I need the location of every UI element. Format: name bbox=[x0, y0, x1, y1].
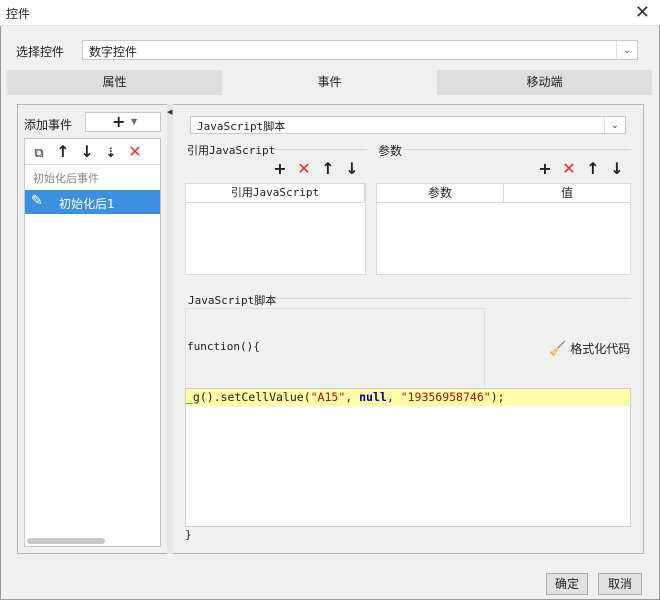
collapse-arrow-icon[interactable]: ◀ bbox=[167, 108, 172, 116]
code-editor[interactable]: _g().setCellValue("A15", null, "19356958… bbox=[185, 388, 631, 527]
script-divider bbox=[274, 298, 631, 299]
value-column-header: 值 bbox=[504, 184, 630, 203]
ok-button[interactable]: 确定 bbox=[546, 573, 588, 595]
code-arg-value: "19356958746" bbox=[400, 390, 491, 404]
code-prefix: _g().setCellValue( bbox=[186, 390, 311, 404]
arrow-up-icon[interactable]: ↑ bbox=[318, 159, 338, 179]
code-sep-1: , bbox=[345, 390, 360, 404]
format-code-label: 格式化代码 bbox=[570, 342, 631, 356]
control-select-label: 选择控件 bbox=[16, 45, 65, 59]
close-icon[interactable]: ✕ bbox=[635, 2, 650, 23]
delete-icon[interactable]: ✕ bbox=[125, 142, 145, 162]
function-header-box: function(){ bbox=[185, 308, 485, 388]
event-item-label: 初始化后1 bbox=[59, 197, 115, 211]
delete-icon[interactable]: ✕ bbox=[559, 159, 579, 179]
arrow-down-icon[interactable]: ↓ bbox=[77, 142, 97, 162]
format-code-button[interactable]: 🧹 格式化代码 bbox=[549, 340, 630, 357]
chevron-down-icon[interactable]: ⌄ bbox=[616, 41, 637, 59]
event-toolbar: ⧉ ↑ ↓ ⇣ ✕ bbox=[29, 142, 159, 162]
horizontal-scrollbar[interactable] bbox=[27, 538, 105, 544]
code-line: _g().setCellValue("A15", null, "19356958… bbox=[186, 389, 630, 406]
tab-events[interactable]: 事件 bbox=[222, 70, 437, 95]
pencil-icon: ✎ bbox=[31, 193, 43, 209]
code-sep-2: , bbox=[386, 390, 401, 404]
delete-icon[interactable]: ✕ bbox=[294, 159, 314, 179]
control-select-value: 数字控件 bbox=[89, 45, 138, 59]
ref-js-column-header: 引用JavaScript bbox=[186, 184, 365, 203]
cancel-button[interactable]: 取消 bbox=[598, 573, 642, 595]
window-title: 控件 bbox=[6, 7, 31, 21]
arrow-up-icon[interactable]: ↑ bbox=[53, 142, 73, 162]
plus-icon: + bbox=[112, 112, 126, 131]
chevron-down-icon[interactable]: ⌄ bbox=[604, 117, 625, 133]
add-icon[interactable]: + bbox=[270, 159, 290, 179]
arrow-down-icon[interactable]: ↓ bbox=[607, 159, 627, 179]
code-suffix: ); bbox=[490, 390, 505, 404]
closing-brace: } bbox=[185, 528, 192, 541]
arrow-down-icon[interactable]: ↓ bbox=[342, 159, 362, 179]
code-arg-cell: "A15" bbox=[310, 390, 346, 404]
add-event-dropdown[interactable]: + ▼ bbox=[85, 112, 161, 132]
function-header: function(){ bbox=[187, 340, 260, 353]
arrow-up-icon[interactable]: ↑ bbox=[583, 159, 603, 179]
param-column-header: 参数 bbox=[377, 184, 504, 203]
script-type-select[interactable]: JavaScript脚本 ⌄ bbox=[190, 116, 626, 134]
ref-js-toolbar: + ✕ ↑ ↓ bbox=[270, 159, 366, 179]
tab-mobile[interactable]: 移动端 bbox=[437, 70, 652, 95]
copy-icon[interactable]: ⧉ bbox=[29, 144, 49, 164]
ref-js-divider bbox=[272, 149, 367, 150]
params-label: 参数 bbox=[378, 144, 403, 158]
caret-down-icon: ▼ bbox=[131, 117, 138, 126]
group-label: 初始化后事件 bbox=[33, 172, 99, 185]
move-bottom-icon[interactable]: ⇣ bbox=[101, 144, 121, 164]
ref-js-table: 引用JavaScript bbox=[185, 183, 366, 275]
params-toolbar: + ✕ ↑ ↓ bbox=[535, 159, 631, 179]
add-event-label: 添加事件 bbox=[24, 118, 73, 132]
control-select[interactable]: 数字控件 ⌄ bbox=[82, 40, 638, 60]
script-section-label: JavaScript脚本 bbox=[188, 294, 277, 307]
broom-icon: 🧹 bbox=[549, 341, 567, 357]
toolbar-divider bbox=[25, 164, 160, 165]
add-icon[interactable]: + bbox=[535, 159, 555, 179]
code-null: null bbox=[359, 390, 387, 404]
event-item[interactable]: ✎ 初始化后1 bbox=[25, 190, 160, 214]
script-type-value: JavaScript脚本 bbox=[197, 120, 286, 133]
splitter[interactable]: ◀ bbox=[167, 104, 173, 554]
ref-js-label: 引用JavaScript bbox=[187, 144, 276, 157]
params-table: 参数 值 bbox=[376, 183, 631, 275]
params-divider bbox=[404, 149, 631, 150]
tab-properties[interactable]: 属性 bbox=[7, 70, 222, 95]
title-bar: 控件 ✕ bbox=[0, 0, 660, 26]
